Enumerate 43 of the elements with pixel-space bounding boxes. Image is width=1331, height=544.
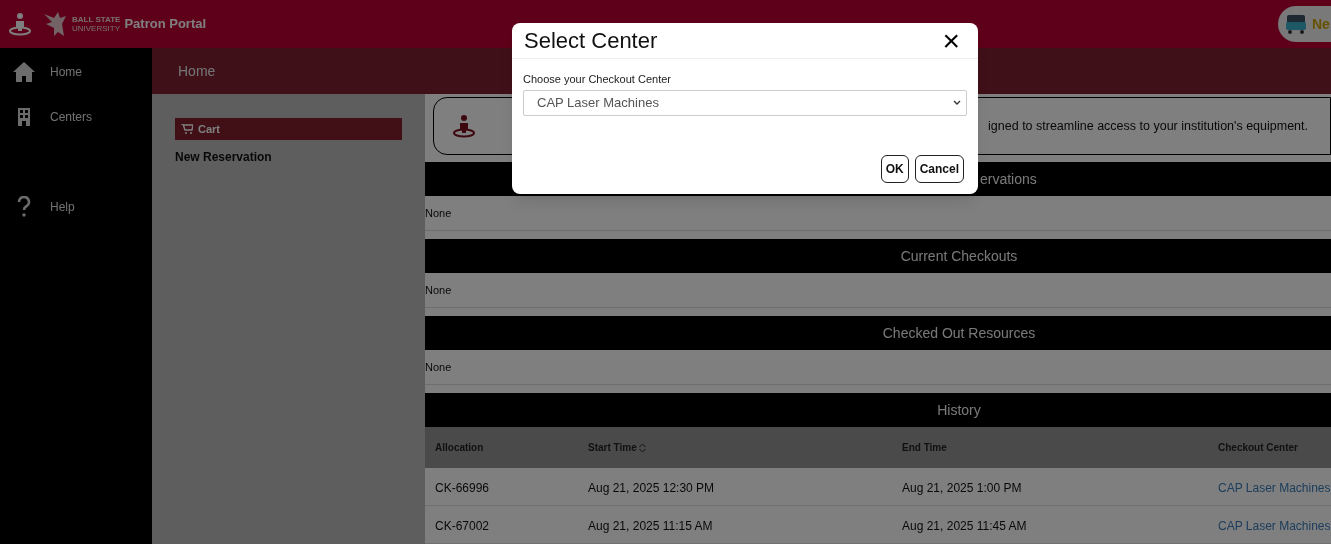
table-cell: Aug 21, 2025 11:15 AM bbox=[588, 518, 713, 533]
field-label: Choose your Checkout Center bbox=[523, 72, 672, 87]
sidebar-item[interactable]: Help bbox=[0, 195, 152, 219]
column-header[interactable]: Start Time bbox=[588, 440, 637, 455]
cart-icon bbox=[181, 124, 193, 134]
table-cell: Aug 21, 2025 12:30 PM bbox=[588, 480, 715, 495]
home-icon bbox=[12, 61, 36, 83]
dialog-button[interactable]: Cancel bbox=[914, 154, 964, 183]
dialog-title: Select Center bbox=[524, 27, 658, 55]
center-select[interactable]: CAP Laser Machines bbox=[523, 89, 967, 116]
brand-name: BALL STATE bbox=[72, 15, 121, 24]
close-button[interactable]: × bbox=[942, 25, 960, 56]
sidebar-item[interactable]: Home bbox=[0, 60, 152, 84]
help-icon bbox=[17, 196, 31, 218]
person-pin-icon bbox=[8, 12, 32, 36]
cart-button[interactable]: Cart bbox=[175, 118, 402, 140]
table-cell: CK-66996 bbox=[435, 480, 490, 495]
breadcrumb: Home bbox=[178, 61, 216, 81]
empty-text: None bbox=[425, 282, 452, 298]
welcome-text: igned to streamline access to your institution's equipment. bbox=[988, 117, 1308, 135]
person-pin-icon bbox=[452, 114, 476, 138]
section-header: History bbox=[425, 393, 1331, 427]
app-title: Patron Portal bbox=[124, 15, 207, 34]
center-link[interactable]: CAP Laser Machines bbox=[1218, 480, 1331, 495]
brand-name: UNIVERSITY bbox=[72, 24, 121, 33]
sort-icon[interactable] bbox=[638, 442, 646, 453]
dialog-button[interactable]: OK bbox=[880, 154, 909, 183]
column-header: End Time bbox=[902, 441, 947, 455]
new-reservation-link[interactable]: New Reservation bbox=[175, 148, 402, 166]
center-link[interactable]: CAP Laser Machines bbox=[1218, 518, 1331, 533]
column-header: Allocation bbox=[435, 441, 484, 455]
section-header: Current Checkouts bbox=[425, 239, 1331, 273]
column-header: Checkout Center bbox=[1218, 441, 1298, 455]
table-cell: Aug 21, 2025 11:45 AM bbox=[902, 518, 1027, 533]
empty-text: None bbox=[425, 205, 452, 221]
building-icon bbox=[17, 107, 31, 127]
empty-text: None bbox=[425, 359, 452, 375]
sidebar-item[interactable]: Centers bbox=[0, 105, 152, 129]
chevron-down-icon bbox=[953, 99, 961, 106]
table-cell: Aug 21, 2025 1:00 PM bbox=[902, 480, 1022, 495]
section-header: Checked Out Resources bbox=[425, 316, 1331, 350]
table-cell: CK-67002 bbox=[435, 518, 490, 533]
cart-machine-icon bbox=[1284, 13, 1308, 35]
